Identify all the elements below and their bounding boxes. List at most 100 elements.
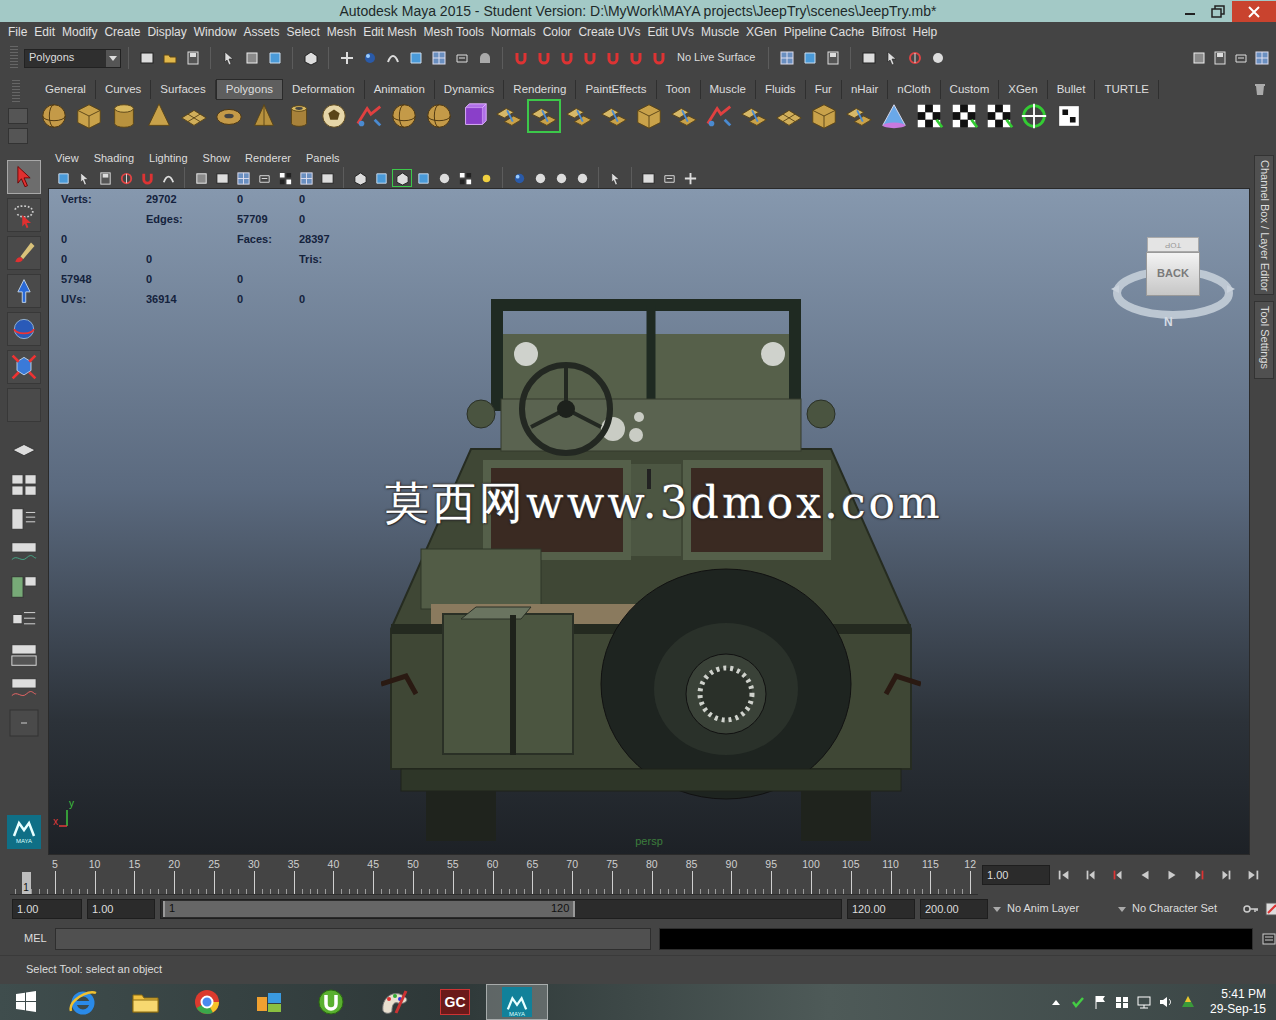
windows-icon[interactable] <box>1114 994 1130 1010</box>
clock[interactable]: 5:41 PM29-Sep-15 <box>1202 987 1266 1017</box>
volume-icon[interactable] <box>1158 994 1174 1010</box>
restore-icon[interactable] <box>1204 1 1232 22</box>
preferences-icon[interactable] <box>1264 901 1276 917</box>
shelf-tab[interactable]: General <box>36 80 96 99</box>
menu-item[interactable]: Pipeline Cache <box>784 25 865 39</box>
taskbar-app-button[interactable] <box>176 984 238 1020</box>
shelf-tab[interactable]: XGen <box>999 80 1047 99</box>
status-tool-icon[interactable] <box>382 47 403 69</box>
panel-tool-icon[interactable] <box>350 169 370 187</box>
menu-item[interactable]: Assets <box>243 25 279 39</box>
shelf-tool-icon[interactable] <box>983 100 1015 132</box>
shelf-tab[interactable]: Animation <box>365 80 435 99</box>
mode-dropdown[interactable]: Polygons <box>24 49 121 68</box>
more-layouts-icon[interactable] <box>7 708 41 738</box>
status-tool-icon[interactable] <box>904 47 925 69</box>
shelf-tool-icon[interactable] <box>283 100 315 132</box>
layout-icon[interactable] <box>7 504 41 534</box>
taskbar-app-button[interactable]: GC <box>424 984 486 1020</box>
play-backward-icon[interactable] <box>1131 864 1158 886</box>
status-tool-icon[interactable] <box>336 47 357 69</box>
panel-toggle-icon[interactable] <box>1209 47 1230 69</box>
panel-toggle-icon[interactable] <box>1230 47 1251 69</box>
shelf-tool-icon[interactable] <box>703 100 735 132</box>
layout-icon[interactable] <box>7 538 41 568</box>
panel-tool-icon[interactable] <box>233 169 253 187</box>
range-handle[interactable]: 1120 <box>163 901 575 917</box>
end-time-field[interactable]: 200.00 <box>920 899 988 919</box>
panel-menu-item[interactable]: Panels <box>306 152 340 165</box>
shelf-tool-icon[interactable] <box>773 100 805 132</box>
status-tool-icon[interactable] <box>510 47 531 69</box>
shelf-tool-icon[interactable] <box>738 100 770 132</box>
panel-tool-icon[interactable] <box>116 169 136 187</box>
minimize-icon[interactable] <box>1176 1 1204 22</box>
next-key-icon[interactable] <box>1185 864 1212 886</box>
menu-item[interactable]: Display <box>147 25 186 39</box>
layout-icon[interactable] <box>7 640 41 670</box>
command-input[interactable] <box>55 928 651 950</box>
live-surface-field[interactable]: No Live Surface <box>671 51 761 64</box>
shelf-tool-icon[interactable] <box>108 100 140 132</box>
panel-menu-item[interactable]: View <box>55 152 79 165</box>
menu-item[interactable]: Mesh Tools <box>424 25 484 39</box>
shelf-tool-icon[interactable] <box>528 100 560 132</box>
view-cube-top[interactable]: TOP <box>1147 237 1199 252</box>
viewport[interactable]: Verts:2970200Edges:5770900Faces:2839700T… <box>48 188 1250 855</box>
panel-menu-item[interactable]: Renderer <box>245 152 291 165</box>
menu-item[interactable]: File <box>8 25 27 39</box>
shelf-tool-icon[interactable] <box>843 100 875 132</box>
status-tool-icon[interactable] <box>182 47 203 69</box>
layout-icon[interactable] <box>7 436 41 466</box>
shelf-tab[interactable]: Fur <box>806 80 842 99</box>
shelf-tool-icon[interactable] <box>38 100 70 132</box>
panel-toggle-icon[interactable] <box>1188 47 1209 69</box>
taskbar-app-button[interactable] <box>362 984 424 1020</box>
panel-tool-icon[interactable] <box>413 169 433 187</box>
menu-item[interactable]: Select <box>286 25 319 39</box>
layout-icon[interactable] <box>7 470 41 500</box>
menu-item[interactable]: Create UVs <box>578 25 640 39</box>
status-tool-icon[interactable] <box>451 47 472 69</box>
shelf-tool-icon[interactable] <box>248 100 280 132</box>
menu-item[interactable]: Mesh <box>327 25 356 39</box>
panel-tool-icon[interactable] <box>605 169 625 187</box>
taskbar-app-button[interactable]: MAYA <box>486 984 548 1020</box>
status-tool-icon[interactable] <box>428 47 449 69</box>
taskbar-app-button[interactable] <box>114 984 176 1020</box>
menu-item[interactable]: Help <box>913 25 938 39</box>
status-tool-icon[interactable] <box>776 47 797 69</box>
shelf-tool-icon[interactable] <box>493 100 525 132</box>
shelf-tab[interactable]: Muscle <box>701 80 756 99</box>
panel-tool-icon[interactable] <box>137 169 157 187</box>
shelf-tool-icon[interactable] <box>1018 100 1050 132</box>
script-editor-icon[interactable] <box>1261 931 1276 947</box>
panel-tool-icon[interactable] <box>572 169 592 187</box>
panel-tool-icon[interactable] <box>53 169 73 187</box>
shelf-tool-icon[interactable] <box>73 100 105 132</box>
shelf-tab[interactable]: Dynamics <box>435 80 504 99</box>
shelf-tab[interactable]: TURTLE <box>1095 80 1159 99</box>
shelf-tab[interactable]: Bullet <box>1048 80 1096 99</box>
shelf-tool-icon[interactable] <box>633 100 665 132</box>
panel-tool-icon[interactable] <box>680 169 700 187</box>
shelf-tool-icon[interactable] <box>668 100 700 132</box>
shelf-tab[interactable]: PaintEffects <box>576 80 656 99</box>
time-ruler[interactable]: 5101520253035404550556065707580859095100… <box>10 855 978 895</box>
view-cube-face[interactable]: BACK <box>1146 252 1200 296</box>
taskbar-app-button[interactable] <box>300 984 362 1020</box>
status-tool-icon[interactable] <box>625 47 646 69</box>
shelf-tool-icon[interactable] <box>1053 100 1085 132</box>
menu-item[interactable]: Edit UVs <box>647 25 694 39</box>
panel-menu-item[interactable]: Shading <box>94 152 134 165</box>
panel-tool-icon[interactable] <box>530 169 550 187</box>
shelf-tool-icon[interactable] <box>913 100 945 132</box>
jeep-model[interactable] <box>381 299 921 844</box>
status-tool-icon[interactable] <box>405 47 426 69</box>
shelf-tab[interactable]: Rendering <box>504 80 576 99</box>
shelf-tool-icon[interactable] <box>563 100 595 132</box>
taskbar-app-button[interactable] <box>238 984 300 1020</box>
shelf-tool-icon[interactable] <box>178 100 210 132</box>
windows-start-icon[interactable] <box>0 984 52 1020</box>
network-icon[interactable] <box>1136 994 1152 1010</box>
